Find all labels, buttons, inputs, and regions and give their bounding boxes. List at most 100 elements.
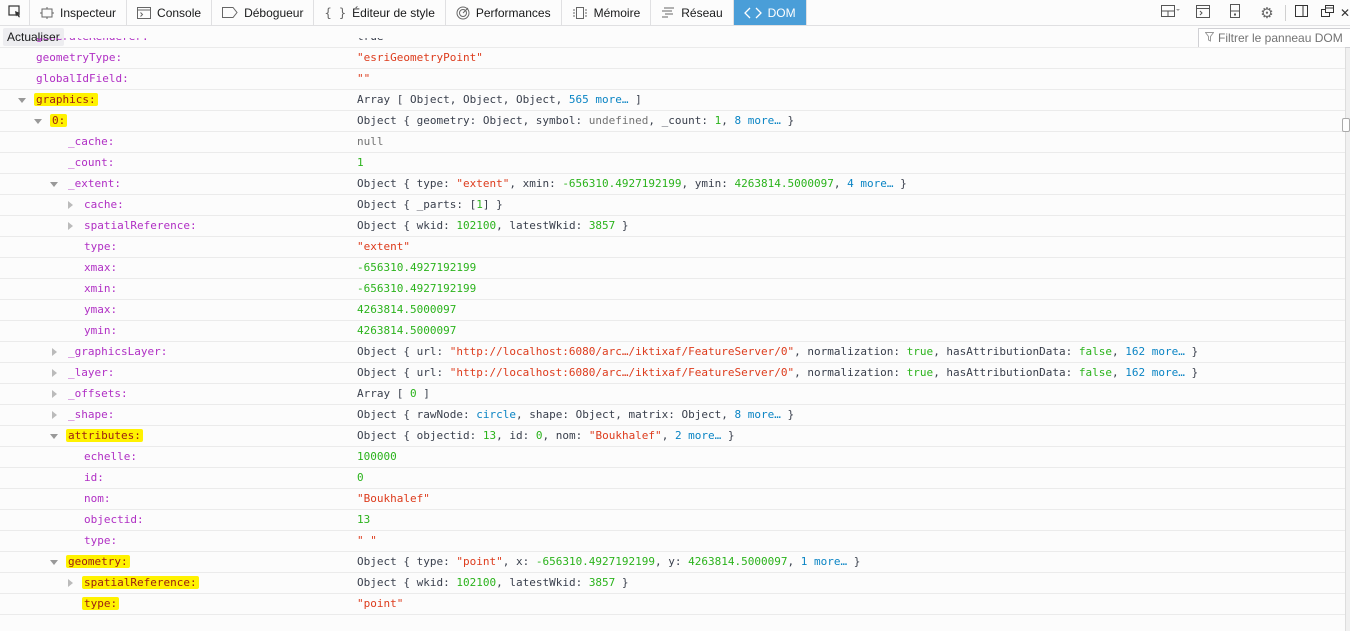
tree-key-label: _count: bbox=[68, 156, 115, 169]
tree-row[interactable]: _graphicsLayer: Object { url: "http://loc… bbox=[0, 342, 1345, 363]
value-token: } bbox=[615, 219, 629, 232]
tree-row[interactable]: 0: Object { geometry: Object, symbol: und… bbox=[0, 111, 1345, 132]
responsive-design-button[interactable] bbox=[1219, 0, 1251, 26]
tab-dom[interactable]: DOM bbox=[733, 0, 807, 25]
tree-row[interactable]: _cache: null bbox=[0, 132, 1345, 153]
tab-label: Inspecteur bbox=[60, 5, 117, 20]
expanded-arrow-icon[interactable] bbox=[17, 90, 27, 110]
tree-row[interactable]: id: 0 bbox=[0, 468, 1345, 489]
tree-row[interactable]: ymax: 4263814.5000097 bbox=[0, 300, 1345, 321]
value-token: 3857 bbox=[588, 219, 616, 232]
collapsed-arrow-icon[interactable] bbox=[49, 384, 59, 404]
tree-row[interactable]: _shape: Object { rawNode: circle, shape: … bbox=[0, 405, 1345, 426]
tab-performances[interactable]: Performances bbox=[446, 0, 562, 25]
expanded-arrow-icon[interactable] bbox=[49, 552, 59, 572]
tree-key-label: spatialReference: bbox=[84, 219, 197, 232]
tab-debogueur[interactable]: Débogueur bbox=[212, 0, 315, 25]
value-token: undefined bbox=[588, 114, 649, 127]
tab-console[interactable]: Console bbox=[127, 0, 213, 25]
settings-button[interactable]: ⚙ bbox=[1251, 0, 1283, 26]
collapsed-arrow-icon[interactable] bbox=[65, 216, 75, 236]
tree-value: Object { type: "point", x: -656310.49271… bbox=[357, 552, 860, 572]
collapsed-arrow-icon[interactable] bbox=[65, 195, 75, 215]
tree-row[interactable]: type: "extent" bbox=[0, 237, 1345, 258]
tree-row[interactable]: _layer: Object { url: "http://localhost:6… bbox=[0, 363, 1345, 384]
tree-key: graphics: bbox=[34, 90, 98, 110]
tree-key: _count: bbox=[66, 153, 116, 173]
tree-row[interactable]: cache: Object { _parts: [1] } bbox=[0, 195, 1345, 216]
tree-key-label: _shape: bbox=[68, 408, 115, 421]
tree-value: -656310.4927192199 bbox=[357, 258, 476, 278]
dock-side-button[interactable] bbox=[1288, 0, 1314, 26]
tab-editeur-de-style[interactable]: { } Éditeur de style bbox=[314, 0, 446, 25]
more-link[interactable]: 8 more… bbox=[735, 114, 781, 127]
tree-value: " " bbox=[357, 531, 377, 551]
scrollbar-thumb[interactable] bbox=[1342, 118, 1350, 132]
tree-row[interactable]: type: "point" bbox=[0, 594, 1345, 615]
tab-reseau[interactable]: Réseau bbox=[651, 0, 734, 25]
collapsed-arrow-icon[interactable] bbox=[49, 363, 59, 383]
value-token: , latestWkid: bbox=[496, 219, 589, 232]
tree-row[interactable]: attributes: Object { objectid: 13, id: 0,… bbox=[0, 426, 1345, 447]
value-token: null bbox=[357, 135, 384, 148]
layout-dropdown-button[interactable] bbox=[1155, 0, 1187, 26]
vertical-scrollbar[interactable] bbox=[1342, 48, 1350, 631]
collapsed-arrow-icon[interactable] bbox=[49, 342, 59, 362]
tree-row[interactable]: geometryType: "esriGeometryPoint" bbox=[0, 48, 1345, 69]
tree-row[interactable]: type: " " bbox=[0, 531, 1345, 552]
tree-row[interactable]: objectid: 13 bbox=[0, 510, 1345, 531]
tree-row[interactable]: spatialReference: Object { wkid: 102100, … bbox=[0, 216, 1345, 237]
collapsed-arrow-icon[interactable] bbox=[65, 573, 75, 593]
tree-row[interactable]: geometry: Object { type: "point", x: -656… bbox=[0, 552, 1345, 573]
expanded-arrow-icon[interactable] bbox=[33, 111, 43, 131]
tree-row[interactable]: globalIdField: "" bbox=[0, 69, 1345, 90]
tree-row[interactable]: spatialReference: Object { wkid: 102100, … bbox=[0, 573, 1345, 594]
tree-row[interactable]: ymin: 4263814.5000097 bbox=[0, 321, 1345, 342]
tree-row[interactable]: xmin: -656310.4927192199 bbox=[0, 279, 1345, 300]
tab-inspecteur[interactable]: Inspecteur bbox=[30, 0, 128, 25]
tree-row[interactable]: xmax: -656310.4927192199 bbox=[0, 258, 1345, 279]
more-link[interactable]: 162 more… bbox=[1125, 366, 1185, 379]
tree-value: "point" bbox=[357, 594, 403, 614]
value-token: } bbox=[893, 177, 907, 190]
value-token: , bbox=[721, 114, 735, 127]
tree-row[interactable]: _offsets: Array [ 0 ] bbox=[0, 384, 1345, 405]
more-link[interactable]: 565 more… bbox=[569, 93, 629, 106]
undock-window-icon bbox=[1320, 5, 1334, 20]
value-token: "esriGeometryPoint" bbox=[357, 51, 483, 64]
tree-row[interactable]: graphics: Array [ Object, Object, Object,… bbox=[0, 90, 1345, 111]
style-editor-icon: { } bbox=[324, 5, 347, 20]
element-picker-button[interactable] bbox=[0, 0, 30, 25]
tab-memoire[interactable]: Mémoire bbox=[562, 0, 652, 25]
value-token: "extent" bbox=[456, 177, 510, 190]
tree-value: 0 bbox=[357, 468, 364, 488]
tree-key: objectid: bbox=[82, 510, 146, 530]
expanded-arrow-icon[interactable] bbox=[49, 174, 59, 194]
value-token: true bbox=[906, 345, 934, 358]
tab-label: Console bbox=[157, 5, 202, 20]
more-link[interactable]: 162 more… bbox=[1125, 345, 1185, 358]
collapsed-arrow-icon[interactable] bbox=[49, 405, 59, 425]
tree-key: xmin: bbox=[82, 279, 119, 299]
expanded-arrow-icon[interactable] bbox=[49, 426, 59, 446]
memory-icon bbox=[572, 6, 588, 19]
tree-row[interactable]: _extent: Object { type: "extent", xmin: -… bbox=[0, 174, 1345, 195]
tree-row[interactable]: nom: "Boukhalef" bbox=[0, 489, 1345, 510]
tree-row-clipped[interactable]: generateRenderer: true bbox=[0, 38, 1345, 48]
tree-key: _offsets: bbox=[66, 384, 130, 404]
tree-key: echelle: bbox=[82, 447, 139, 467]
tree-row[interactable]: echelle: 100000 bbox=[0, 447, 1345, 468]
value-token: 4263814.5000097 bbox=[357, 324, 457, 337]
undock-window-button[interactable] bbox=[1314, 0, 1340, 26]
split-console-button[interactable] bbox=[1187, 0, 1219, 26]
more-link[interactable]: 1 more… bbox=[801, 555, 847, 568]
close-toolbox-button[interactable]: ✕ bbox=[1340, 0, 1350, 26]
more-link[interactable]: 4 more… bbox=[847, 177, 893, 190]
tree-key-label: graphics: bbox=[34, 93, 98, 106]
tree-key-label: _offsets: bbox=[68, 387, 128, 400]
tree-value: 4263814.5000097 bbox=[357, 321, 456, 341]
tree-value: -656310.4927192199 bbox=[357, 279, 476, 299]
tree-row[interactable]: _count: 1 bbox=[0, 153, 1345, 174]
more-link[interactable]: 8 more… bbox=[735, 408, 781, 421]
more-link[interactable]: 2 more… bbox=[675, 429, 721, 442]
